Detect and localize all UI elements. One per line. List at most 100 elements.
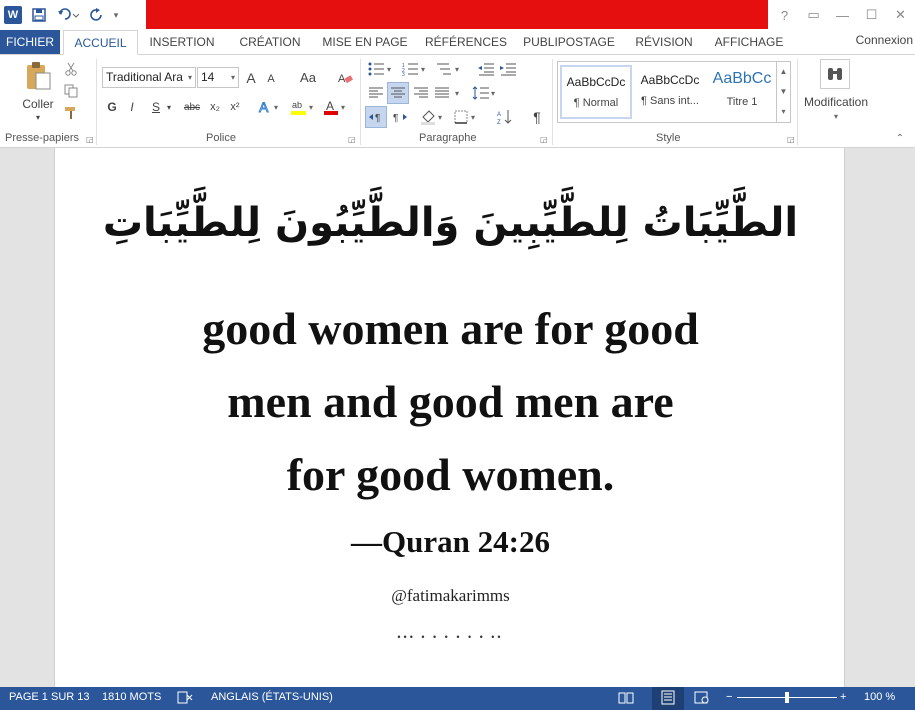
borders-icon[interactable]: ▾ <box>452 107 482 127</box>
gallery-more-icon[interactable]: ▾ <box>777 102 790 122</box>
underline-button[interactable]: S <box>148 97 164 117</box>
web-layout-icon[interactable] <box>694 691 710 710</box>
cut-icon[interactable] <box>62 60 80 78</box>
redo-icon[interactable] <box>84 0 110 30</box>
text-effects-icon[interactable]: A ▾ <box>256 97 286 117</box>
clear-formatting-icon[interactable]: A <box>336 67 354 88</box>
tab-affichage[interactable]: AFFICHAGE <box>710 30 788 54</box>
decrease-indent-icon[interactable] <box>476 59 496 79</box>
close-icon[interactable]: ✕ <box>886 0 915 30</box>
italic-button[interactable]: I <box>124 97 140 117</box>
paste-dropdown-icon[interactable]: ▾ <box>30 112 46 122</box>
justify-dropdown-icon[interactable]: ▾ <box>452 83 462 103</box>
align-right-icon[interactable] <box>411 83 431 103</box>
bold-button[interactable]: G <box>104 97 120 117</box>
ltr-direction-icon[interactable]: ¶ <box>365 106 387 128</box>
copy-icon[interactable] <box>62 82 80 100</box>
scroll-down-icon[interactable]: ▼ <box>777 82 790 102</box>
help-icon[interactable]: ? <box>770 0 799 30</box>
font-color-icon[interactable]: A ▾ <box>322 97 352 117</box>
undo-icon[interactable] <box>52 0 84 30</box>
word-count[interactable]: 1810 MOTS <box>102 687 161 708</box>
line-spacing-icon[interactable]: ▾ <box>470 83 500 103</box>
svg-text:▾: ▾ <box>341 103 345 112</box>
strikethrough-button[interactable]: abc <box>180 97 204 117</box>
shrink-font-icon[interactable]: A <box>264 69 278 88</box>
read-mode-icon[interactable] <box>618 691 634 710</box>
increase-indent-icon[interactable] <box>498 59 518 79</box>
separator <box>552 59 553 145</box>
tab-revision[interactable]: RÉVISION <box>630 30 698 54</box>
svg-text:▾: ▾ <box>491 89 495 98</box>
svg-text:A: A <box>259 99 269 115</box>
zoom-in-button[interactable]: + <box>840 687 846 708</box>
tab-fichier[interactable]: FICHIER <box>0 30 60 54</box>
svg-text:▾: ▾ <box>438 113 442 122</box>
chevron-down-icon: ▾ <box>230 73 235 82</box>
multilevel-list-icon[interactable]: ▾ <box>434 59 464 79</box>
title-bar: W ▾ ? ▭ — ☐ ✕ <box>0 0 915 30</box>
ribbon: Coller ▾ Presse-papiers ◲ Traditional Ar… <box>0 54 915 148</box>
rtl-direction-icon[interactable]: ¶ <box>390 107 410 127</box>
customize-qat-icon[interactable]: ▾ <box>110 0 122 30</box>
tab-insertion[interactable]: INSERTION <box>144 30 220 54</box>
style-no-spacing-name: ¶ Sans int... <box>641 95 699 107</box>
language-indicator[interactable]: ANGLAIS (ÉTATS-UNIS) <box>211 687 333 708</box>
collapse-ribbon-icon[interactable]: ⌃ <box>893 131 907 145</box>
format-painter-icon[interactable] <box>62 104 80 122</box>
zoom-out-button[interactable]: − <box>726 687 732 708</box>
paste-icon[interactable] <box>18 61 58 91</box>
style-launcher-icon[interactable]: ◲ <box>787 135 795 144</box>
ribbon-display-icon[interactable]: ▭ <box>799 0 828 30</box>
proofing-icon[interactable] <box>177 691 193 710</box>
shading-icon[interactable]: ▾ <box>418 107 448 127</box>
tab-accueil[interactable]: ACCUEIL <box>63 30 138 55</box>
separator <box>797 59 798 145</box>
zoom-level[interactable]: 100 % <box>864 687 895 708</box>
verse-line: for good women. <box>286 449 615 500</box>
page-count[interactable]: PAGE 1 SUR 13 <box>9 687 90 708</box>
save-icon[interactable] <box>26 0 52 30</box>
word-logo-icon: W <box>4 6 22 24</box>
document-page[interactable]: الطَّيِّبَاتُ لِلطَّيِّبِينَ وَالطَّيِّب… <box>54 148 845 687</box>
subscript-button[interactable]: x₂ <box>206 97 224 117</box>
align-center-icon[interactable] <box>387 82 409 104</box>
align-left-icon[interactable] <box>366 83 386 103</box>
minimize-icon[interactable]: — <box>828 0 857 30</box>
editing-dropdown-icon[interactable]: ▾ <box>828 110 844 122</box>
word-app-icon[interactable]: W <box>0 0 26 30</box>
style-no-spacing[interactable]: AaBbCcDc ¶ Sans int... <box>634 65 706 119</box>
font-family-select[interactable]: Traditional Ara ▾ <box>102 67 196 88</box>
gallery-scrollbar[interactable]: ▲ ▼ ▾ <box>776 62 790 122</box>
superscript-button[interactable]: x² <box>226 97 244 117</box>
paragraph-launcher-icon[interactable]: ◲ <box>540 135 548 144</box>
highlight-icon[interactable]: ab ▾ <box>289 97 319 117</box>
paste-button[interactable]: Coller <box>16 96 60 112</box>
underline-dropdown-icon[interactable]: ▾ <box>164 97 174 117</box>
zoom-slider-thumb[interactable] <box>785 692 789 703</box>
sort-icon[interactable]: AZ <box>495 107 515 127</box>
sign-in-link[interactable]: Connexion <box>856 30 913 50</box>
tab-mise-en-page[interactable]: MISE EN PAGE <box>320 30 410 54</box>
maximize-icon[interactable]: ☐ <box>857 0 886 30</box>
tab-publipostage[interactable]: PUBLIPOSTAGE <box>520 30 618 54</box>
bullets-icon[interactable]: ▾ <box>366 59 396 79</box>
binoculars-icon[interactable] <box>820 59 850 89</box>
font-size-select[interactable]: 14 ▾ <box>197 67 239 88</box>
grow-font-icon[interactable]: A <box>243 67 259 88</box>
tab-references[interactable]: RÉFÉRENCES <box>422 30 510 54</box>
print-layout-icon[interactable] <box>652 687 684 710</box>
scroll-up-icon[interactable]: ▲ <box>777 62 790 82</box>
svg-text:3: 3 <box>402 72 405 76</box>
style-heading-1[interactable]: AaBbCc Titre 1 <box>706 65 778 119</box>
clipboard-launcher-icon[interactable]: ◲ <box>86 135 94 144</box>
change-case-button[interactable]: Aa <box>293 67 323 88</box>
show-formatting-icon[interactable]: ¶ <box>528 107 546 127</box>
editing-button[interactable]: Modification <box>800 94 872 110</box>
tab-creation[interactable]: CRÉATION <box>232 30 308 54</box>
style-group-label: Style <box>656 132 681 144</box>
numbering-icon[interactable]: 1 2 3 ▾ <box>400 59 430 79</box>
font-launcher-icon[interactable]: ◲ <box>348 135 356 144</box>
style-normal[interactable]: AaBbCcDc ¶ Normal <box>560 65 632 119</box>
justify-icon[interactable] <box>432 83 452 103</box>
